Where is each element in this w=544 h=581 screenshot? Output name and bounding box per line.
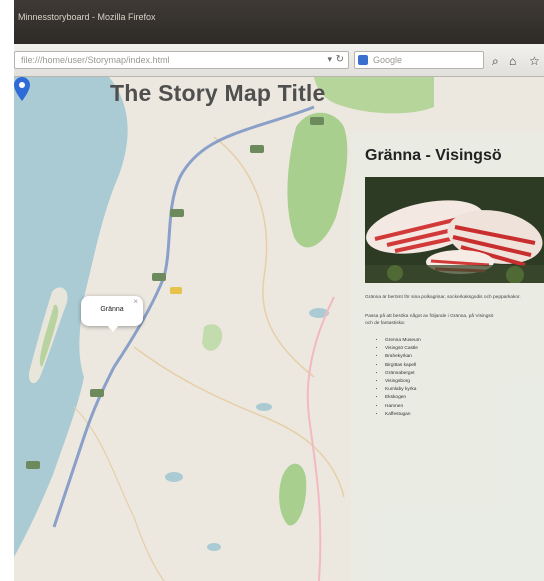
map-popup[interactable]: Gränna × bbox=[81, 296, 143, 332]
popup-tip bbox=[107, 325, 119, 332]
story-details-line: och de fantastiska: bbox=[365, 321, 405, 326]
search-bar[interactable]: Google bbox=[354, 51, 484, 69]
small-lake bbox=[207, 543, 221, 551]
forest-area bbox=[287, 112, 348, 248]
attractions-list: Grenna Museum Visingsö Castle Brahekyrka… bbox=[373, 337, 421, 419]
list-item: Kumlaby kyrka bbox=[385, 386, 421, 394]
close-icon[interactable]: × bbox=[133, 297, 138, 306]
list-item: Grenna Museum bbox=[385, 337, 421, 345]
list-item: Grännaberget bbox=[385, 370, 421, 378]
list-item: Kaffestugan bbox=[385, 411, 421, 419]
small-lake bbox=[256, 403, 272, 411]
route-shield bbox=[26, 461, 40, 469]
route-shield bbox=[152, 273, 166, 281]
road bbox=[133, 346, 345, 498]
popup-label: Gränna bbox=[100, 306, 124, 313]
search-engine-icon[interactable] bbox=[358, 55, 368, 65]
story-image bbox=[365, 177, 544, 283]
route-shield bbox=[250, 145, 264, 153]
map-title: The Story Map Title bbox=[110, 80, 326, 106]
forest-area bbox=[314, 77, 434, 114]
window-title: Minnesstoryboard - Mozilla Firefox bbox=[18, 12, 156, 22]
route-shield bbox=[310, 117, 324, 125]
story-panel: Gränna - Visingsö Gränna är berömt för s… bbox=[351, 133, 544, 581]
route-shield bbox=[90, 389, 104, 397]
list-item: Birgittas kapell bbox=[385, 362, 421, 370]
route-shield bbox=[170, 287, 182, 294]
url-text: file:///home/user/Storymap/index.html bbox=[21, 55, 170, 65]
bookmark-icon[interactable]: ☆ bbox=[529, 54, 540, 68]
window-titlebar: Minnesstoryboard - Mozilla Firefox bbox=[14, 0, 544, 44]
story-heading: Gränna - Visingsö bbox=[365, 147, 502, 164]
road bbox=[73, 406, 165, 581]
map-view[interactable]: The Story Map Title Gränna × Gränna - Vi… bbox=[14, 77, 544, 581]
address-bar[interactable]: file:///home/user/Storymap/index.html ▾ … bbox=[14, 51, 349, 69]
navigation-toolbar: file:///home/user/Storymap/index.html ▾ … bbox=[14, 44, 544, 77]
story-details: Passa på att besöka något av följande i … bbox=[365, 313, 493, 327]
reload-icon[interactable]: ↻ bbox=[336, 54, 344, 65]
list-item: Ekskogen bbox=[385, 394, 421, 402]
browser-window: Minnesstoryboard - Mozilla Firefox file:… bbox=[14, 0, 544, 581]
small-lake bbox=[165, 472, 183, 482]
search-icon[interactable]: ⌕ bbox=[492, 54, 499, 69]
list-item: Visingsö Castle bbox=[385, 345, 421, 353]
route-shield bbox=[170, 209, 184, 217]
chevron-down-icon[interactable]: ▾ bbox=[327, 54, 332, 65]
home-icon[interactable]: ⌂ bbox=[509, 54, 516, 68]
list-item: Hamnen bbox=[385, 403, 421, 411]
list-item: Visingsborg bbox=[385, 378, 421, 386]
forest-area bbox=[202, 324, 223, 351]
list-item: Brahekyrkan bbox=[385, 353, 421, 361]
story-intro: Gränna är berömt för sina polkagrisar, s… bbox=[365, 295, 521, 300]
story-details-line: Passa på att besöka något av följande i … bbox=[365, 314, 494, 319]
forest-area bbox=[279, 463, 307, 526]
map-marker-icon[interactable] bbox=[14, 77, 30, 101]
road bbox=[306, 296, 335, 581]
search-input[interactable]: Google bbox=[373, 55, 402, 65]
